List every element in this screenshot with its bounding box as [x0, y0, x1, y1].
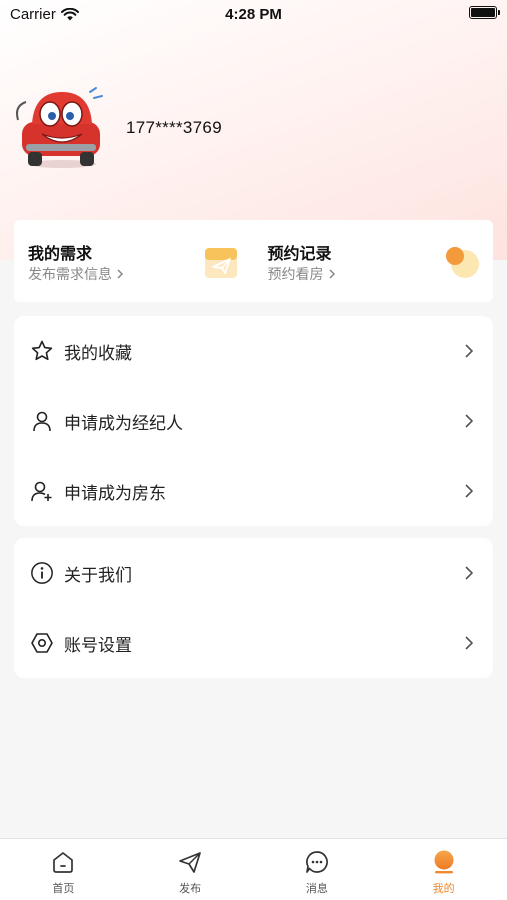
status-bar: Carrier 4:28 PM: [0, 0, 507, 30]
message-icon: [304, 849, 330, 875]
person-icon: [30, 409, 54, 433]
profile-dot-icon: [431, 849, 457, 875]
phone-number: 177****3769: [126, 118, 222, 137]
appointment-records-subtitle-row: 预约看房: [268, 264, 336, 284]
home-icon: [50, 849, 76, 875]
tab-label-mine: 我的: [432, 882, 455, 895]
appointment-records-title: 预约记录: [267, 244, 332, 263]
menu-item-about-us[interactable]: 关于我们: [14, 538, 493, 608]
send-icon: [177, 849, 203, 875]
my-requests-entry[interactable]: 我的需求 发布需求信息: [14, 220, 254, 302]
tab-messages[interactable]: 消息: [254, 839, 381, 900]
tab-home[interactable]: 首页: [0, 839, 127, 900]
menu-item-favorites[interactable]: 我的收藏: [14, 316, 493, 386]
orange-circle-icon: [446, 247, 479, 278]
tab-bar: 首页 发布 消息 我的: [0, 838, 507, 900]
battery-icon: [469, 6, 500, 19]
my-requests-subtitle: 发布需求信息: [28, 267, 112, 283]
avatar[interactable]: [14, 86, 106, 170]
tab-publish[interactable]: 发布: [127, 839, 254, 900]
appointment-records-entry[interactable]: 预约记录 预约看房: [254, 220, 494, 302]
tab-label-publish: 发布: [179, 882, 202, 895]
tab-mine[interactable]: 我的: [380, 839, 507, 900]
menu-label-become-agent: 申请成为经纪人: [64, 413, 183, 434]
status-time: 4:28 PM: [225, 6, 282, 23]
my-requests-subtitle-row: 发布需求信息: [28, 264, 124, 284]
chevron-right-icon: [465, 484, 474, 498]
menu-card-primary: 我的收藏 申请成为经纪人 申请成为房东: [14, 316, 493, 526]
quick-actions-card: 我的需求 发布需求信息 预约记录 预约看房: [14, 220, 493, 302]
paper-plane-card-icon: [204, 248, 237, 278]
chevron-right-icon: [465, 566, 474, 580]
star-icon: [30, 339, 54, 363]
menu-item-become-landlord[interactable]: 申请成为房东: [14, 456, 493, 526]
menu-item-become-agent[interactable]: 申请成为经纪人: [14, 386, 493, 456]
tab-label-messages: 消息: [305, 882, 328, 895]
menu-label-favorites: 我的收藏: [64, 343, 132, 364]
appointment-records-subtitle: 预约看房: [267, 267, 324, 283]
menu-label-account-settings: 账号设置: [64, 635, 132, 656]
chevron-right-icon: [328, 269, 335, 279]
menu-label-become-landlord: 申请成为房东: [64, 483, 166, 504]
profile-section[interactable]: 177****3769: [14, 86, 222, 170]
tab-label-home: 首页: [52, 882, 75, 895]
menu-label-about-us: 关于我们: [64, 565, 132, 586]
chevron-right-icon: [465, 636, 474, 650]
chevron-right-icon: [117, 269, 124, 279]
info-icon: [30, 561, 54, 585]
chevron-right-icon: [465, 344, 474, 358]
menu-card-secondary: 关于我们 账号设置: [14, 538, 493, 678]
chevron-right-icon: [465, 414, 474, 428]
my-requests-title: 我的需求: [28, 244, 93, 263]
add-person-icon: [30, 479, 54, 503]
hexagon-settings-icon: [30, 631, 54, 655]
menu-item-account-settings[interactable]: 账号设置: [14, 608, 493, 678]
